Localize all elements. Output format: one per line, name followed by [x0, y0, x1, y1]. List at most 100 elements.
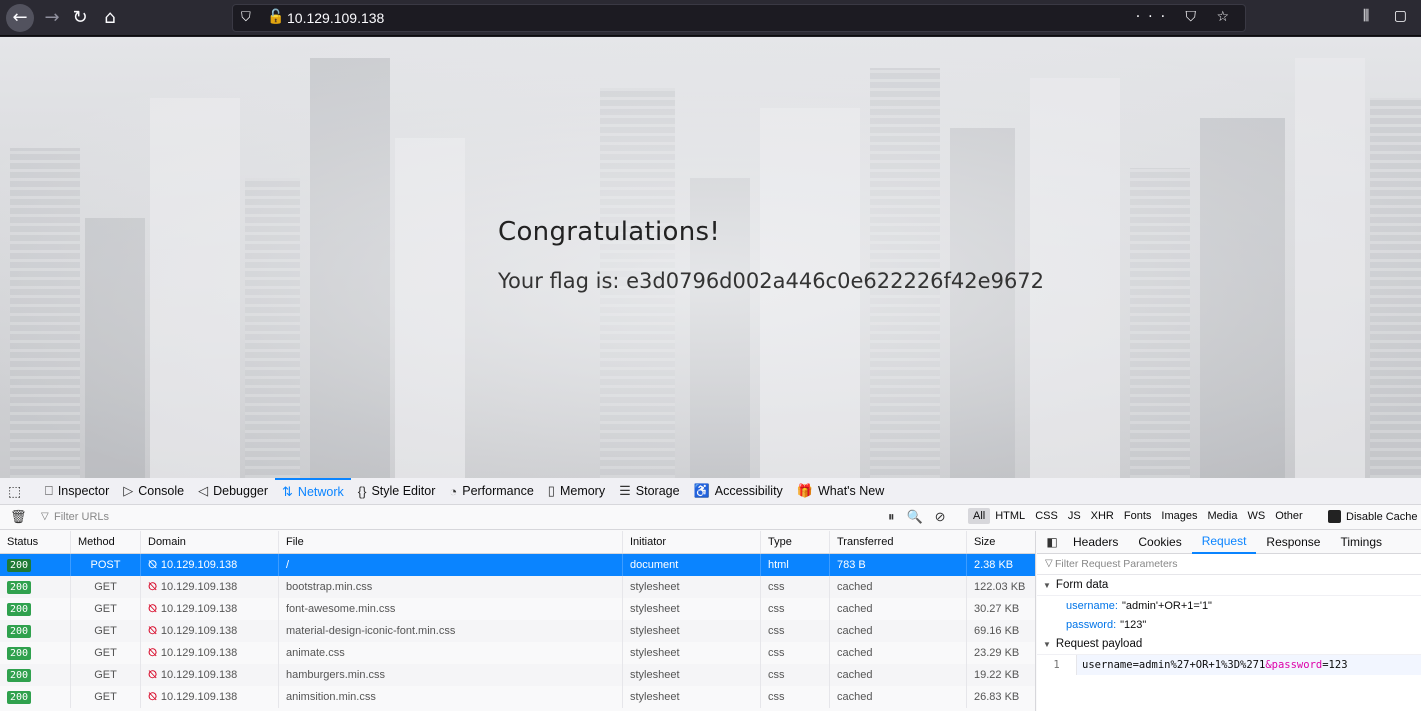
tab-style-editor[interactable]: {} Style Editor [351, 478, 443, 505]
cell-file: animate.css [279, 642, 623, 664]
toggle-panel-icon[interactable]: ◧ [1041, 535, 1063, 549]
expand-triangle-icon: ▼ [1043, 580, 1051, 590]
cell-status: 200 [0, 576, 71, 598]
tab-memory[interactable]: ▯ Memory [541, 478, 612, 505]
insecure-lock-icon: ⦰ [148, 558, 157, 571]
table-row[interactable]: 200 POST ⦰ 10.129.109.138/document html 783 B… [0, 554, 1035, 576]
filter-fonts[interactable]: Fonts [1119, 508, 1157, 524]
form-data-section[interactable]: ▼ Form data [1037, 575, 1421, 596]
cell-domain: ⦰ 10.129.109.138 [141, 576, 279, 598]
cell-status: 200 [0, 664, 71, 686]
library-sidebar-icons[interactable]: ⫼ ▢ [1363, 8, 1417, 24]
tab-network[interactable]: ⇅ Network [275, 477, 351, 505]
cell-size: 2.38 KB [974, 559, 1014, 571]
table-row[interactable]: 200 GET ⦰ 10.129.109.138 hamburgers.min.css s… [0, 664, 1035, 686]
cell-transferred: cached [830, 620, 967, 642]
accessibility-icon: ♿ [693, 483, 710, 498]
tab-debugger[interactable]: ◁ Debugger [191, 478, 275, 505]
url-text[interactable]: 10.129.109.138 [287, 10, 384, 26]
filter-js[interactable]: JS [1063, 508, 1086, 524]
cell-type: css [761, 664, 830, 686]
table-row[interactable]: 200 GET ⦰ 10.129.109.138 bootstrap.min.css st… [0, 576, 1035, 598]
page-viewport: Congratulations! Your flag is: e3d0796d0… [0, 37, 1421, 478]
column-header-initiator[interactable]: Initiator [623, 531, 761, 553]
tab-performance[interactable]: ◔ Performance [442, 478, 540, 505]
status-badge: 200 [7, 602, 32, 616]
domain-text: 10.129.109.138 [160, 559, 238, 571]
devtools-panel: ⬚ ⎕ Inspector ▷ Console ◁ Debugger ⇅ Network… [0, 477, 1421, 711]
pause-search-block-icons[interactable]: ⏸🔍⊘ [888, 509, 958, 525]
tab-request[interactable]: Request [1191, 531, 1257, 554]
column-header-method[interactable]: Method [71, 531, 141, 553]
filter-html[interactable]: HTML [990, 508, 1030, 524]
tab-timings[interactable]: Timings [1330, 531, 1392, 554]
payload-title: Request payload [1055, 638, 1143, 650]
element-picker-icon[interactable]: ⬚ [8, 483, 30, 500]
forward-arrow-icon[interactable]: → [38, 4, 66, 32]
column-header-size[interactable]: Size [967, 531, 1035, 553]
address-bar[interactable]: ⛉ 🔓 10.129.109.138 ··· ⛉ ☆ [232, 4, 1246, 32]
cell-size: 23.29 KB [974, 647, 1020, 659]
tab-inspector[interactable]: ⎕ Inspector [38, 478, 116, 505]
column-header-transferred[interactable]: Transferred [830, 531, 967, 553]
back-arrow-icon[interactable]: ← [6, 4, 34, 32]
domain-text: 10.129.109.138 [160, 669, 238, 681]
cell-type: css [761, 620, 830, 642]
tab-accessibility[interactable]: ♿ Accessibility [687, 478, 790, 505]
devtools-tabbar: ⬚ ⎕ Inspector ▷ Console ◁ Debugger ⇅ Network… [0, 477, 1421, 505]
cell-size: 19.22 KB [974, 669, 1020, 681]
filter-images[interactable]: Images [1156, 508, 1202, 524]
home-icon[interactable]: ⌂ [96, 4, 124, 32]
filter-media[interactable]: Media [1202, 508, 1242, 524]
insecure-lock-icon: ⦰ [148, 580, 157, 593]
form-field-key: username: [1066, 599, 1118, 612]
insecure-lock-icon: ⦰ [148, 668, 157, 681]
memory-icon: ▯ [547, 483, 555, 498]
column-header-file[interactable]: File [279, 531, 623, 553]
table-row[interactable]: 200 GET ⦰ 10.129.109.138 animate.css styleshe… [0, 642, 1035, 664]
filter-xhr[interactable]: XHR [1086, 508, 1119, 524]
form-field-username: username: "admin'+OR+1='1" [1037, 596, 1421, 615]
tab-label: Console [138, 484, 185, 498]
cell-file: font-awesome.min.css [279, 598, 623, 620]
tab-label: Performance [462, 484, 534, 498]
cell-type: css [761, 642, 830, 664]
filter-all[interactable]: All [968, 508, 991, 524]
cell-initiator: stylesheet [623, 576, 761, 598]
inspector-icon: ⎕ [45, 483, 53, 498]
disable-cache-toggle[interactable]: Disable Cache [1328, 510, 1418, 523]
tracking-shield-icon[interactable]: ⛉ [241, 10, 251, 25]
tab-cookies[interactable]: Cookies [1128, 531, 1191, 554]
domain-text: 10.129.109.138 [160, 647, 238, 659]
filter-other[interactable]: Other [1270, 508, 1308, 524]
table-row[interactable]: 200 GET ⦰ 10.129.109.138 font-awesome.min.cs… [0, 598, 1035, 620]
tab-storage[interactable]: ☰ Storage [612, 478, 686, 505]
request-payload-section[interactable]: ▼ Request payload [1037, 634, 1421, 655]
reload-icon[interactable]: ↻ [66, 4, 94, 32]
trash-icon[interactable]: 🗑 [10, 509, 27, 525]
tab-console[interactable]: ▷ Console [116, 478, 191, 505]
filter-ws[interactable]: WS [1242, 508, 1270, 524]
insecure-lock-icon[interactable]: 🔓 [267, 9, 284, 25]
filter-icon: ▽ [1045, 558, 1053, 569]
filter-css[interactable]: CSS [1030, 508, 1063, 524]
filter-urls-input[interactable] [54, 508, 454, 526]
domain-text: 10.129.109.138 [160, 603, 238, 615]
cell-domain: ⦰ 10.129.109.138 [141, 554, 279, 576]
expand-triangle-icon: ▼ [1043, 639, 1051, 649]
cell-method: GET [71, 664, 141, 686]
table-row[interactable]: 200 GET ⦰ 10.129.109.138 material-design-ico… [0, 620, 1035, 642]
tab-whats-new[interactable]: 🎁 What's New [790, 478, 891, 505]
column-header-status[interactable]: Status [0, 531, 71, 553]
page-actions-icons[interactable]: ··· ⛉ ☆ [1136, 9, 1237, 25]
cell-file: bootstrap.min.css [279, 576, 623, 598]
column-header-type[interactable]: Type [761, 531, 830, 553]
tab-response[interactable]: Response [1256, 531, 1330, 554]
table-row[interactable]: 200 GET ⦰ 10.129.109.138 animsition.min.css s… [0, 686, 1035, 708]
insecure-lock-icon: ⦰ [148, 624, 157, 637]
disable-cache-checkbox[interactable] [1328, 510, 1341, 523]
column-header-domain[interactable]: Domain [141, 531, 279, 553]
tab-headers[interactable]: Headers [1063, 531, 1128, 554]
status-badge: 200 [7, 690, 32, 704]
filter-params-input[interactable] [1055, 556, 1355, 572]
